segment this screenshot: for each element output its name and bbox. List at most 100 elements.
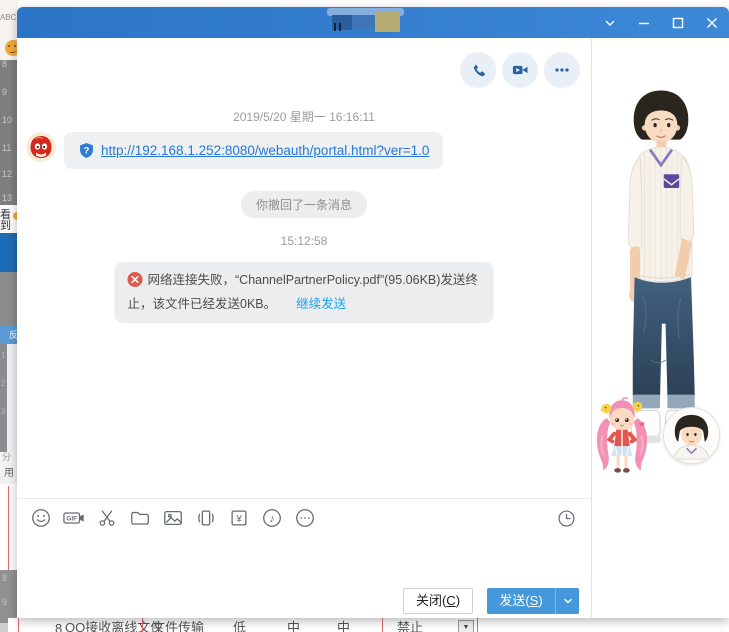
safety-shield-icon: ? (78, 142, 95, 159)
bg-lower-row-number: 8 (2, 574, 7, 583)
background-table-row: 8 QQ接收离线文件 文件传输 低 中 中 禁止 ▼ (0, 618, 729, 632)
music-share-button[interactable]: ♪ (260, 506, 284, 530)
date-separator: 2019/5/20 星期一 16:16:11 (17, 108, 591, 125)
close-button[interactable]: 关闭(C) (403, 588, 473, 614)
bg-lower-row-number: 9 (2, 598, 7, 607)
close-label: 关闭( (416, 593, 446, 608)
minimize-button[interactable] (633, 12, 655, 34)
more-tools-button[interactable] (293, 506, 317, 530)
shake-phone-icon (195, 507, 217, 529)
bg-row-number: 13 (2, 194, 12, 203)
file-transfer-error-notice: 网络连接失败，“ChannelPartnerPolicy.pdf”(95.06K… (115, 262, 494, 323)
bg-label-fen: 分 (2, 453, 11, 462)
chat-window: 2019/5/20 星期一 16:16:11 (17, 7, 729, 618)
video-call-button[interactable] (502, 52, 538, 88)
emoji-button[interactable] (29, 506, 53, 530)
bg-row-number-band (0, 60, 18, 205)
bg-mid-row-number: 1 (1, 352, 5, 360)
bg-bottom-cell: 禁止 (397, 621, 423, 632)
chat-main-area: 2019/5/20 星期一 16:16:11 (17, 38, 591, 618)
message-hyperlink[interactable]: http://192.168.1.252:8080/webauth/portal… (101, 143, 429, 158)
send-label: 发送( (499, 593, 529, 608)
bg-row-number: 10 (2, 116, 12, 125)
bg-gray-segment (0, 272, 18, 326)
bg-bottom-cell: QQ接收离线文件 (65, 621, 163, 632)
toolbar-divider (17, 498, 591, 499)
bg-top-label: ABC (0, 14, 16, 22)
qq-pet-figure[interactable] (593, 396, 651, 480)
screenshot-stage: ABC 8 9 10 11 12 13 看到 反 1 2 3 分 用 8 9 8… (0, 0, 729, 632)
yen-box-icon: ¥ (228, 507, 250, 529)
bg-mid-row-number: 3 (1, 408, 5, 416)
bg-bottom-cell: 低 (233, 621, 246, 632)
maximize-button[interactable] (667, 12, 689, 34)
more-actions-button[interactable] (544, 52, 580, 88)
yen-glyph: ¥ (235, 514, 242, 525)
mascot-avatar-image (26, 132, 56, 162)
bg-bottom-row-number: 8 (55, 621, 62, 632)
resume-send-link[interactable]: 继续发送 (296, 297, 346, 311)
send-image-button[interactable] (161, 506, 185, 530)
bg-red-gridline (477, 618, 478, 632)
footer-buttons: 关闭(C) 发送(S) (17, 588, 591, 614)
bg-white-segment (0, 484, 18, 570)
redacted-contact-name (300, 7, 430, 38)
message-row: ? http://192.168.1.252:8080/webauth/port… (26, 132, 443, 169)
gif-hotpic-button[interactable]: GIF (62, 506, 86, 530)
gif-label: GIF (66, 516, 77, 523)
folder-icon (129, 507, 151, 529)
bg-red-gridline (18, 618, 19, 632)
shield-question-glyph: ? (84, 145, 90, 156)
screenshot-button[interactable] (95, 506, 119, 530)
time-separator: 15:12:58 (17, 234, 591, 248)
bg-bottom-cell: 中 (337, 621, 350, 632)
chibi-girl-illustration (593, 396, 651, 480)
close-label-end: ) (456, 593, 460, 608)
send-button[interactable]: 发送(S) (487, 588, 555, 614)
bg-row-number: 11 (2, 144, 11, 153)
send-options-dropdown[interactable] (555, 588, 579, 614)
bg-mid-row-number: 2 (1, 380, 5, 388)
transfer-money-button[interactable]: ¥ (227, 506, 251, 530)
close-button-titlebar[interactable] (701, 12, 723, 34)
self-avatar[interactable] (663, 407, 720, 464)
bg-row-number: 12 (2, 170, 12, 179)
bg-bottom-light-block (0, 623, 8, 632)
send-file-button[interactable] (128, 506, 152, 530)
collapse-chevron-icon[interactable] (599, 12, 621, 34)
qq-show-panel (591, 38, 729, 618)
window-controls (599, 7, 723, 38)
call-actions-row (460, 52, 580, 88)
recall-notice: 你撤回了一条消息 (241, 191, 367, 218)
scissors-icon (96, 507, 118, 529)
bg-bottom-cell: 中 (287, 621, 300, 632)
self-avatar-image (664, 408, 719, 463)
bg-row-number: 9 (2, 88, 7, 97)
bg-red-gridline (8, 486, 9, 570)
message-bubble: ? http://192.168.1.252:8080/webauth/port… (64, 132, 443, 169)
video-camera-icon (510, 60, 530, 80)
titlebar[interactable] (17, 7, 729, 38)
window-shake-button[interactable] (194, 506, 218, 530)
voice-call-button[interactable] (460, 52, 496, 88)
bg-red-gridline (382, 618, 383, 632)
message-input-area[interactable] (17, 533, 591, 583)
image-icon (162, 507, 184, 529)
chevron-down-icon (563, 596, 573, 606)
bg-row-number: 8 (2, 60, 7, 69)
bg-table-rownum-column (0, 344, 7, 452)
bg-label-yong: 用 (4, 469, 14, 479)
music-icon: ♪ (261, 507, 283, 529)
emoji-icon (30, 507, 52, 529)
bg-dropdown-arrow-icon: ▼ (458, 620, 474, 632)
gif-icon: GIF (62, 507, 86, 529)
bg-bottom-cell: 文件传输 (152, 621, 204, 632)
background-window-left-strip: ABC 8 9 10 11 12 13 看到 反 1 2 3 分 用 8 9 (0, 0, 18, 632)
ellipsis-icon (552, 60, 572, 80)
sender-avatar[interactable] (26, 132, 56, 162)
clock-icon (556, 508, 577, 529)
error-x-icon (128, 272, 143, 294)
close-mnemonic: C (446, 593, 455, 608)
more-circle-icon (294, 507, 316, 529)
chat-history-button[interactable] (554, 506, 578, 530)
